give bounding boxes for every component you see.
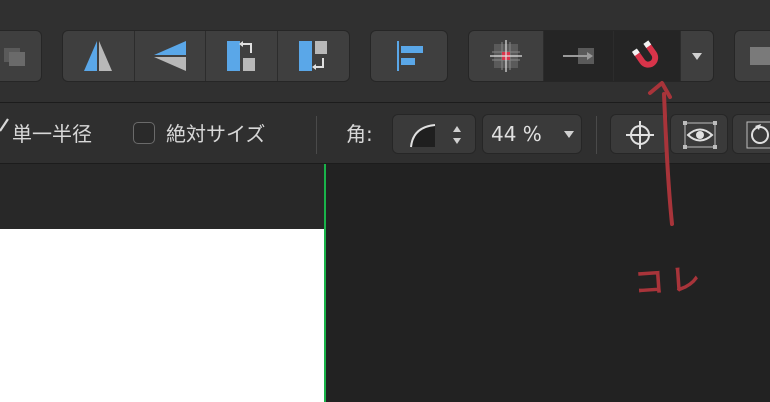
rotate-right-button[interactable] bbox=[278, 31, 350, 81]
crosshair-icon bbox=[626, 121, 654, 149]
eye-icon bbox=[683, 121, 717, 149]
flip-horizontal-button[interactable] bbox=[63, 31, 135, 81]
rotate-left-icon bbox=[227, 41, 256, 71]
arrange-icon bbox=[0, 31, 41, 81]
divider bbox=[316, 116, 317, 154]
flip-vertical-icon bbox=[153, 41, 186, 71]
snap-options-dropdown[interactable] bbox=[681, 31, 713, 81]
snap-arrow-button[interactable] bbox=[544, 31, 614, 81]
rotate-left-button[interactable] bbox=[206, 31, 278, 81]
checkmark-icon bbox=[0, 118, 9, 132]
rotate-icon bbox=[746, 121, 770, 149]
rotate-right-icon bbox=[299, 41, 328, 71]
main-toolbar bbox=[0, 0, 770, 103]
align-group bbox=[370, 30, 448, 82]
guide-line bbox=[324, 164, 326, 402]
absolute-size-checkbox[interactable] bbox=[133, 122, 155, 144]
snap-grid-button[interactable] bbox=[469, 31, 545, 81]
flip-vertical-button[interactable] bbox=[135, 31, 206, 81]
annotation-text: コレ bbox=[633, 261, 708, 302]
align-left-icon bbox=[397, 41, 423, 71]
magnet-icon bbox=[631, 40, 659, 68]
align-left-button[interactable] bbox=[371, 31, 447, 81]
percent-value: 44 % bbox=[491, 122, 542, 146]
artboard[interactable] bbox=[0, 229, 324, 402]
corner-curve-icon bbox=[410, 124, 436, 148]
eye-button[interactable] bbox=[670, 114, 728, 154]
chevron-down-icon bbox=[564, 131, 574, 138]
corner-type-picker[interactable] bbox=[392, 114, 476, 154]
partial-left-button[interactable] bbox=[0, 30, 42, 82]
transform-group bbox=[62, 30, 350, 82]
magnet-button[interactable] bbox=[613, 31, 682, 81]
angle-label: 角: bbox=[346, 122, 373, 146]
snap-arrow-icon bbox=[562, 48, 594, 64]
canvas-margin bbox=[0, 164, 324, 229]
absolute-size-label: 絶対サイズ bbox=[166, 122, 266, 146]
divider bbox=[596, 116, 597, 154]
snap-group bbox=[468, 30, 714, 82]
stepper-icon bbox=[453, 126, 461, 144]
single-radius-label[interactable]: 単一半径 bbox=[12, 120, 92, 148]
flip-horizontal-icon bbox=[84, 41, 113, 71]
partial-right-button[interactable] bbox=[734, 30, 770, 82]
boolean-icon bbox=[735, 31, 770, 81]
crosshair-button[interactable] bbox=[610, 114, 668, 154]
chevron-down-icon bbox=[692, 53, 703, 60]
rotate-button[interactable] bbox=[732, 114, 770, 154]
snap-grid-icon bbox=[490, 40, 523, 72]
percent-dropdown[interactable]: 44 % bbox=[482, 114, 582, 154]
